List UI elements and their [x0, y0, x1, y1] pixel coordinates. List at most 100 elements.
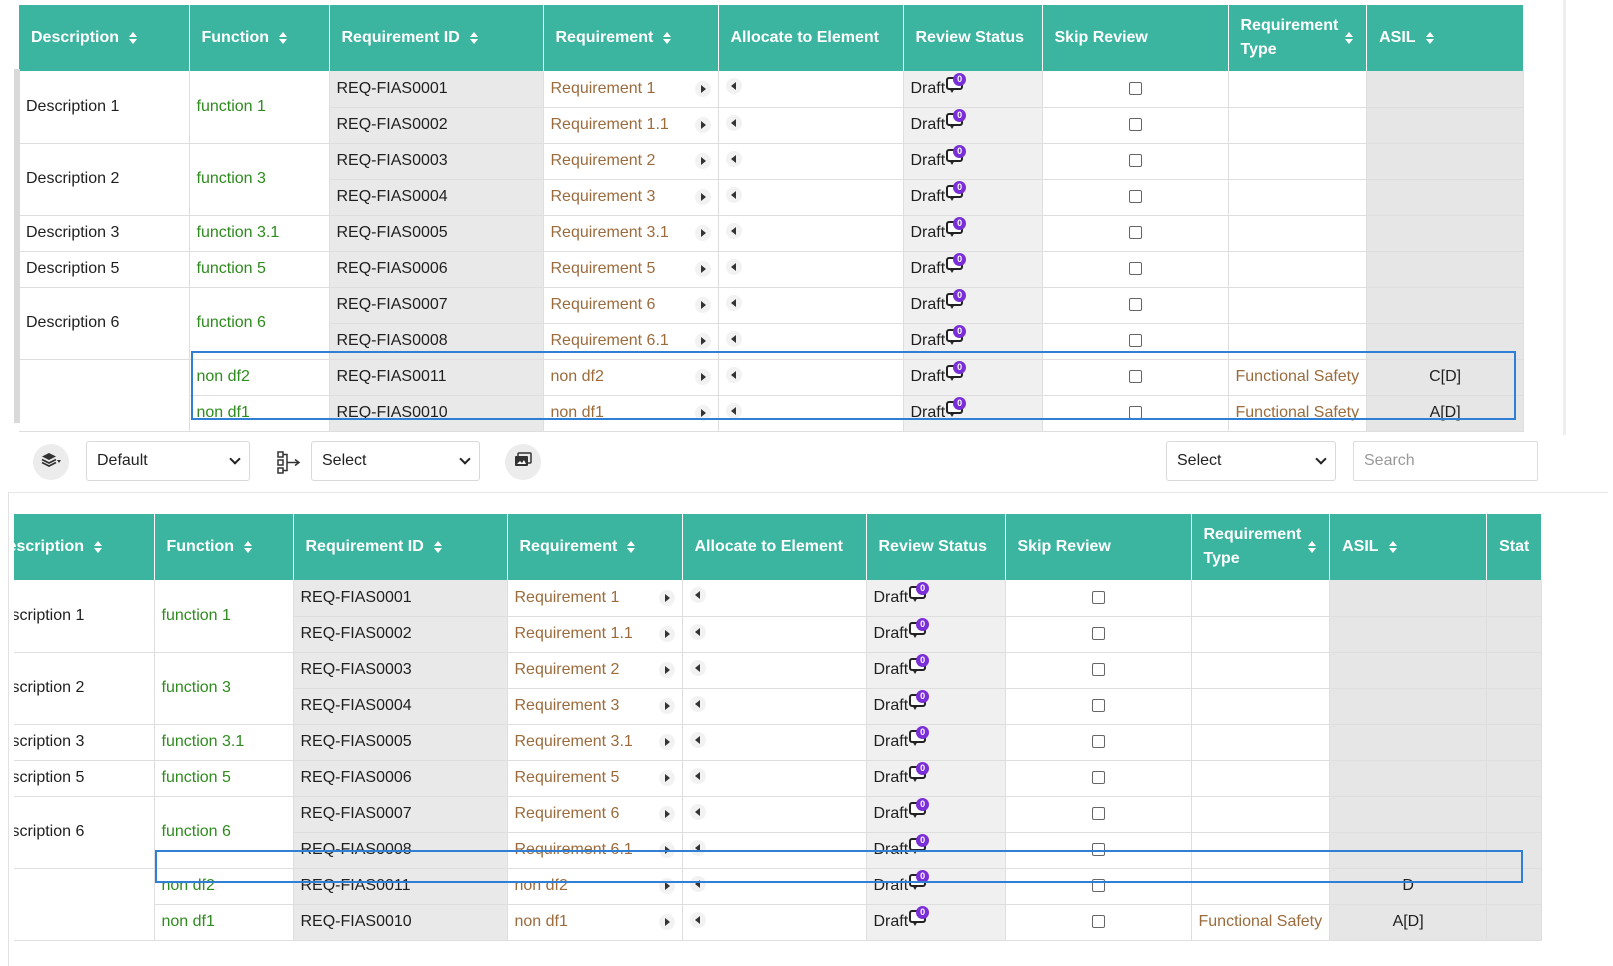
allocate-element-cell[interactable]	[682, 796, 867, 833]
column-header-requirement[interactable]: Requirement	[543, 5, 719, 71]
sort-icon[interactable]	[663, 31, 672, 45]
allocate-element-cell[interactable]	[718, 251, 904, 288]
requirement-cell[interactable]: Requirement 5	[507, 760, 683, 797]
column-header-description[interactable]: Description	[14, 514, 155, 580]
collapse-left-icon[interactable]	[689, 587, 706, 604]
skip-review-checkbox[interactable]	[1091, 663, 1105, 677]
requirement-type-cell[interactable]: Functional Safety	[1228, 395, 1368, 432]
collapse-left-icon[interactable]	[725, 294, 742, 311]
allocate-element-cell[interactable]	[718, 359, 904, 396]
skip-review-checkbox[interactable]	[1128, 370, 1142, 384]
skip-review-checkbox[interactable]	[1091, 843, 1105, 857]
collapse-left-icon[interactable]	[689, 623, 706, 640]
requirement-type-cell[interactable]: Functional Safety	[1191, 904, 1331, 941]
comment-icon[interactable]: 0	[946, 253, 967, 273]
collapse-left-icon[interactable]	[725, 78, 742, 95]
comment-icon[interactable]: 0	[909, 834, 930, 854]
requirement-text[interactable]: Requirement 3	[551, 188, 656, 206]
skip-review-checkbox[interactable]	[1091, 879, 1105, 893]
expand-right-icon[interactable]	[694, 261, 711, 277]
requirement-cell[interactable]: Requirement 2	[507, 652, 683, 689]
comment-icon[interactable]: 0	[946, 72, 967, 93]
table-row[interactable]: non df1 REQ-FIAS0010 non df1 Draft 0 Function…	[19, 395, 1525, 432]
table-row[interactable]: Description 6function 6REQ-FIAS0007 Requi…	[19, 287, 1525, 360]
allocate-element-cell[interactable]	[682, 868, 867, 905]
requirement-type-cell[interactable]	[1191, 724, 1331, 761]
layers-button[interactable]	[33, 444, 69, 480]
requirement-type-cell[interactable]	[1228, 71, 1368, 108]
collapse-left-icon[interactable]	[689, 911, 706, 928]
requirement-text[interactable]: Requirement 2	[515, 661, 620, 679]
requirement-text[interactable]: Requirement 6	[515, 805, 620, 823]
expand-right-icon[interactable]	[658, 626, 675, 642]
skip-review-checkbox[interactable]	[1091, 591, 1105, 605]
requirement-text[interactable]: Requirement 1	[551, 80, 656, 98]
requirement-type-cell[interactable]: Functional Safety	[1228, 359, 1368, 396]
asil-cell[interactable]	[1366, 71, 1525, 108]
skip-review-checkbox[interactable]	[1091, 627, 1105, 641]
skip-review-checkbox[interactable]	[1128, 334, 1142, 348]
comment-icon[interactable]: 0	[909, 654, 930, 674]
collapse-left-icon[interactable]	[725, 222, 742, 239]
allocate-element-cell[interactable]	[682, 652, 867, 689]
skip-review-checkbox[interactable]	[1128, 190, 1142, 204]
table-row[interactable]: Description 2function 3REQ-FIAS0003 Requi…	[19, 143, 1525, 216]
asil-cell[interactable]	[1329, 832, 1488, 869]
collapse-left-icon[interactable]	[725, 402, 742, 419]
column-header-asil[interactable]: ASIL	[1329, 514, 1488, 580]
asil-cell[interactable]: D	[1329, 868, 1488, 905]
asil-cell[interactable]	[1366, 143, 1525, 180]
table-row[interactable]: Description 2function 3REQ-FIAS0003 Requi…	[14, 652, 1543, 725]
table-row[interactable]: Description 1function 1REQ-FIAS0001 Requi…	[19, 71, 1525, 144]
expand-right-icon[interactable]	[658, 734, 675, 750]
search-input[interactable]: Search	[1353, 441, 1538, 481]
sort-icon[interactable]	[433, 540, 443, 554]
requirement-type-cell[interactable]	[1191, 652, 1331, 689]
requirement-type-cell[interactable]	[1228, 143, 1368, 180]
collapse-left-icon[interactable]	[689, 695, 706, 712]
sort-icon[interactable]	[1425, 31, 1435, 45]
comment-icon[interactable]: 0	[946, 397, 967, 417]
requirement-text[interactable]: Requirement 2	[551, 152, 656, 170]
collapse-left-icon[interactable]	[689, 839, 706, 856]
allocate-element-cell[interactable]	[682, 580, 867, 617]
asil-cell[interactable]	[1366, 251, 1525, 288]
function-cell[interactable]: function 1	[189, 71, 330, 144]
allocate-element-cell[interactable]	[718, 215, 904, 252]
collapse-left-icon[interactable]	[689, 875, 706, 892]
requirement-type-cell[interactable]	[1191, 760, 1331, 797]
requirement-text[interactable]: Requirement 1.1	[551, 116, 669, 134]
requirement-text[interactable]: non df1	[551, 404, 604, 422]
function-cell[interactable]: function 5	[189, 251, 330, 288]
requirement-type-cell[interactable]	[1191, 580, 1331, 617]
requirement-cell[interactable]: Requirement 3	[543, 179, 719, 216]
collapse-left-icon[interactable]	[725, 258, 742, 275]
allocate-element-cell[interactable]	[718, 143, 904, 180]
collapse-left-icon[interactable]	[725, 330, 742, 347]
requirement-type-cell[interactable]	[1191, 868, 1331, 905]
requirement-cell[interactable]: Requirement 6.1	[543, 323, 719, 360]
table-row[interactable]: Description 3function 3.1REQ-FIAS0005 Req…	[14, 724, 1543, 761]
asil-cell[interactable]	[1366, 287, 1525, 324]
requirement-text[interactable]: Requirement 3	[515, 697, 620, 715]
sort-icon[interactable]	[1345, 31, 1354, 45]
asil-cell[interactable]: A[D]	[1329, 904, 1488, 941]
requirement-cell[interactable]: Requirement 3	[507, 688, 683, 725]
comment-icon[interactable]: 0	[946, 109, 967, 129]
comment-icon[interactable]: 0	[946, 289, 967, 309]
column-header-description[interactable]: Description	[19, 5, 190, 71]
function-cell[interactable]: non df2	[154, 868, 294, 905]
requirement-type-cell[interactable]	[1228, 251, 1368, 288]
column-header-function[interactable]: Function	[189, 5, 330, 71]
allocate-element-cell[interactable]	[682, 904, 867, 941]
requirement-text[interactable]: Requirement 6.1	[515, 841, 633, 859]
table-row[interactable]: Description 5function 5REQ-FIAS0006 Requi…	[19, 251, 1525, 288]
requirement-type-cell[interactable]	[1191, 688, 1331, 725]
table-row[interactable]: Description 1function 1REQ-FIAS0001 Requi…	[14, 580, 1543, 653]
column-header-requirement-type[interactable]: Requirement Type	[1191, 514, 1331, 580]
comment-icon[interactable]: 0	[909, 906, 930, 926]
requirement-cell[interactable]: Requirement 1	[507, 580, 683, 617]
requirement-cell[interactable]: Requirement 6.1	[507, 832, 683, 869]
requirement-text[interactable]: Requirement 3.1	[551, 224, 669, 242]
comment-icon[interactable]: 0	[946, 361, 967, 381]
